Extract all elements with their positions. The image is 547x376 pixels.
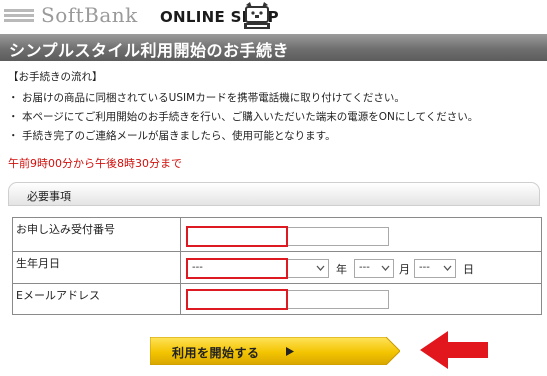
email-label: Eメールアドレス: [16, 289, 100, 302]
day-unit: 日: [463, 263, 474, 276]
start-service-button[interactable]: 利用を開始する: [150, 337, 400, 365]
service-hours: 午前9時00分から午後8時30分まで: [8, 157, 182, 170]
row-label-cell: お申し込み受付番号: [13, 218, 181, 251]
row-label-cell: 生年月日: [13, 252, 181, 283]
page-title-bar: シンプルスタイル利用開始のお手続き: [0, 34, 547, 61]
section-title: 必要事項: [27, 190, 71, 203]
start-button-label: 利用を開始する: [172, 346, 260, 360]
row-label-cell: Eメールアドレス: [13, 284, 181, 314]
form-table: お申し込み受付番号 生年月日 --- 年 --- 月 --- 日 Eメールアドレ…: [12, 217, 542, 315]
birth-month-value: ---: [359, 262, 370, 273]
red-arrow-icon: [420, 331, 488, 369]
brand-name: SoftBank: [41, 3, 138, 27]
flow-item: ・手続き完了のご連絡メールが届きましたら、使用可能となります。: [8, 128, 543, 147]
softbank-logo-icon: [4, 9, 34, 23]
page-title: シンプルスタイル利用開始のお手続き: [9, 41, 290, 60]
flow-item-text: お届けの商品に同梱されているUSIMカードを携帯電話機に取り付けてください。: [22, 92, 405, 104]
year-unit: 年: [336, 263, 347, 276]
site-header: SoftBank ONLINE SHOP: [0, 0, 547, 34]
flow-item-text: 本ページにてご利用開始のお手続きを行い、ご購入いただいた端末の電源をONにしてく…: [22, 111, 479, 123]
flow-item: ・本ページにてご利用開始のお手続きを行い、ご購入いただいた端末の電源をONにして…: [8, 109, 543, 128]
birth-year-value: ---: [192, 262, 203, 273]
section-header: 必要事項: [8, 182, 540, 206]
flow-item-text: 手続き完了のご連絡メールが届きましたら、使用可能となります。: [22, 130, 336, 142]
birth-month-select[interactable]: ---: [354, 259, 394, 278]
chevron-down-icon: [381, 265, 390, 271]
month-unit: 月: [399, 263, 410, 276]
birthdate-label: 生年月日: [16, 257, 60, 270]
order-number-input[interactable]: [187, 227, 389, 246]
flow-item: ・お届けの商品に同梱されているUSIMカードを携帯電話機に取り付けてください。: [8, 90, 543, 109]
flow-heading: 【お手続きの流れ】: [8, 71, 103, 83]
order-number-label: お申し込み受付番号: [16, 223, 115, 236]
flow-list: ・お届けの商品に同梱されているUSIMカードを携帯電話機に取り付けてください。 …: [8, 90, 543, 147]
bullet: ・: [8, 92, 19, 104]
play-arrow-icon: [286, 347, 294, 356]
birth-day-value: ---: [419, 262, 430, 273]
bullet: ・: [8, 111, 19, 123]
bullet: ・: [8, 130, 19, 142]
dog-mascot-icon: [244, 2, 270, 29]
birth-day-select[interactable]: ---: [414, 259, 456, 278]
form-row-order-number: お申し込み受付番号: [13, 218, 541, 252]
chevron-down-icon: [316, 265, 325, 271]
email-input[interactable]: [187, 290, 389, 309]
form-row-birthdate: 生年月日 --- 年 --- 月 --- 日: [13, 252, 541, 284]
form-row-email: Eメールアドレス: [13, 284, 541, 314]
chevron-down-icon: [443, 265, 452, 271]
birth-year-select[interactable]: ---: [187, 259, 329, 278]
